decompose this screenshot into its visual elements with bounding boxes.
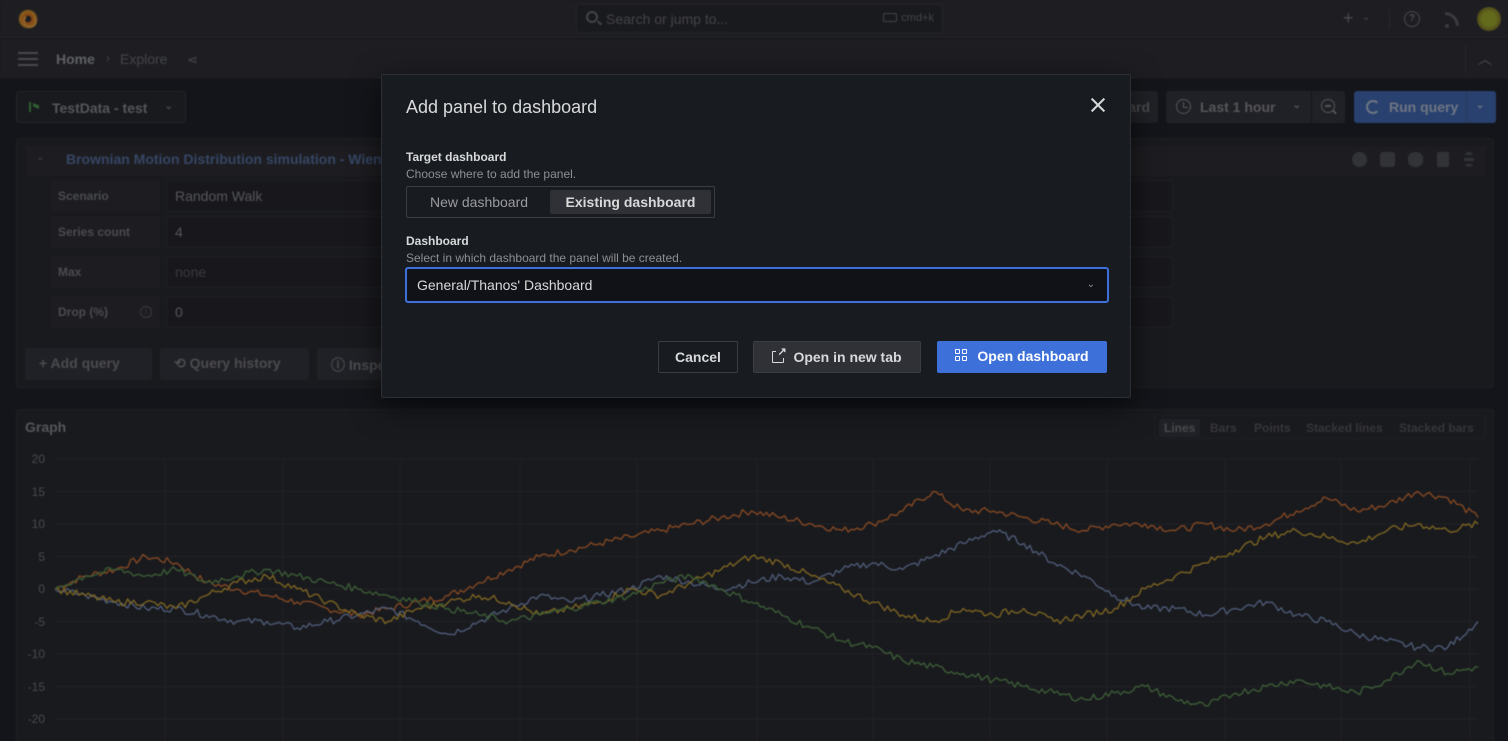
open-in-new-tab-label: Open in new tab [793, 349, 902, 365]
dashboard-description: Select in which dashboard the panel will… [406, 251, 683, 265]
chevron-down-icon: ⌄ [1086, 279, 1095, 290]
dashboard-select[interactable]: General/Thanos' Dashboard ⌄ [405, 267, 1109, 303]
target-dashboard-radio-group: New dashboard Existing dashboard [406, 186, 715, 218]
open-in-new-tab-button[interactable]: Open in new tab [753, 341, 921, 373]
external-link-icon [772, 345, 787, 363]
modal-title: Add panel to dashboard [406, 97, 598, 117]
target-dashboard-label: Target dashboard [406, 150, 507, 164]
existing-dashboard-option[interactable]: Existing dashboard [550, 190, 711, 214]
apps-grid-icon [955, 349, 968, 362]
target-dashboard-description: Choose where to add the panel. [406, 167, 577, 181]
dashboard-label: Dashboard [406, 234, 469, 248]
open-dashboard-label: Open dashboard [977, 348, 1089, 364]
close-icon[interactable] [1088, 95, 1108, 115]
new-dashboard-option[interactable]: New dashboard [410, 190, 548, 214]
add-panel-modal: Add panel to dashboard Target dashboard … [381, 74, 1131, 398]
open-dashboard-button[interactable]: Open dashboard [937, 341, 1107, 373]
dashboard-select-value: General/Thanos' Dashboard [417, 277, 593, 293]
grafana-explore: Search or jump to... cmd+k + ⌄ ? Home › … [0, 0, 1508, 741]
cancel-button[interactable]: Cancel [658, 341, 738, 373]
